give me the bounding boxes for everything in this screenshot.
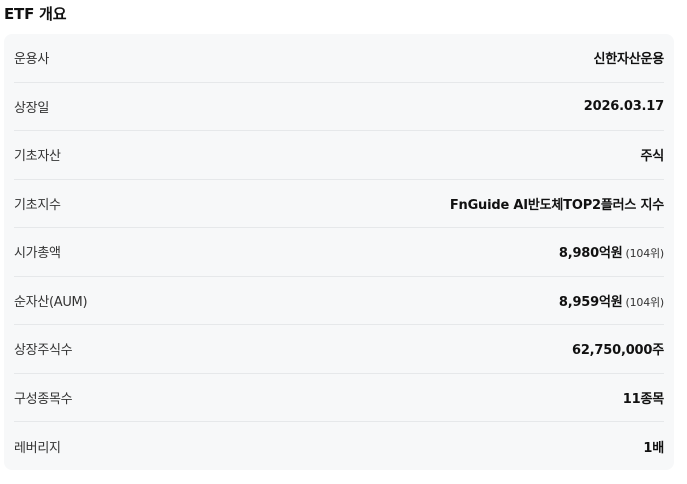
- value-text: 1배: [643, 440, 664, 456]
- row-value: 2026.03.17: [584, 99, 664, 114]
- row-value: 1배: [643, 437, 664, 456]
- row-label: 상장주식수: [14, 343, 73, 359]
- row-label: 기초자산: [14, 149, 61, 165]
- row-value: 8,959억원 (104위): [559, 291, 664, 310]
- overview-row-market-cap: 시가총액 8,980억원 (104위): [14, 228, 664, 277]
- overview-row-constituents: 구성종목수 11종목: [14, 374, 664, 422]
- row-label: 구성종목수: [14, 391, 73, 407]
- value-text: 8,959억원: [558, 294, 623, 310]
- row-value: FnGuide AI반도체TOP2플러스 지수: [450, 194, 664, 213]
- section-title: ETF 개요: [4, 5, 67, 23]
- value-text: 11종목: [622, 391, 664, 407]
- row-value: 신한자산운용: [593, 48, 664, 67]
- rank-badge: (104위): [625, 247, 665, 261]
- row-value: 주식: [640, 145, 664, 164]
- overview-row-listing-date: 상장일 2026.03.17: [14, 83, 664, 131]
- overview-row-underlying-index: 기초지수 FnGuide AI반도체TOP2플러스 지수: [14, 180, 664, 228]
- row-value: 11종목: [623, 388, 664, 407]
- row-label: 상장일: [14, 100, 49, 116]
- row-value: 62,750,000주: [572, 339, 664, 358]
- row-value: 8,980억원 (104위): [559, 242, 664, 261]
- value-text: 주식: [640, 149, 664, 165]
- overview-row-manager: 운용사 신한자산운용: [14, 34, 664, 83]
- etf-overview-table: 운용사 신한자산운용 상장일 2026.03.17 기초자산 주식 기초지수 F…: [4, 34, 674, 470]
- value-text: 8,980억원: [558, 246, 623, 262]
- overview-row-leverage: 레버리지 1배: [14, 422, 664, 471]
- row-label: 기초지수: [14, 197, 61, 213]
- row-label: 운용사: [14, 52, 49, 68]
- overview-row-listed-shares: 상장주식수 62,750,000주: [14, 325, 664, 374]
- row-label: 순자산(AUM): [14, 294, 88, 310]
- row-label: 시가총액: [14, 246, 61, 262]
- value-text: 신한자산운용: [593, 52, 664, 68]
- value-text: 2026.03.17: [583, 98, 664, 114]
- value-text: FnGuide AI반도체TOP2플러스 지수: [449, 197, 664, 213]
- overview-row-aum: 순자산(AUM) 8,959억원 (104위): [14, 277, 664, 325]
- row-label: 레버리지: [14, 440, 61, 456]
- overview-row-underlying-asset: 기초자산 주식: [14, 131, 664, 180]
- rank-badge: (104위): [625, 295, 665, 309]
- value-text: 62,750,000주: [571, 343, 664, 359]
